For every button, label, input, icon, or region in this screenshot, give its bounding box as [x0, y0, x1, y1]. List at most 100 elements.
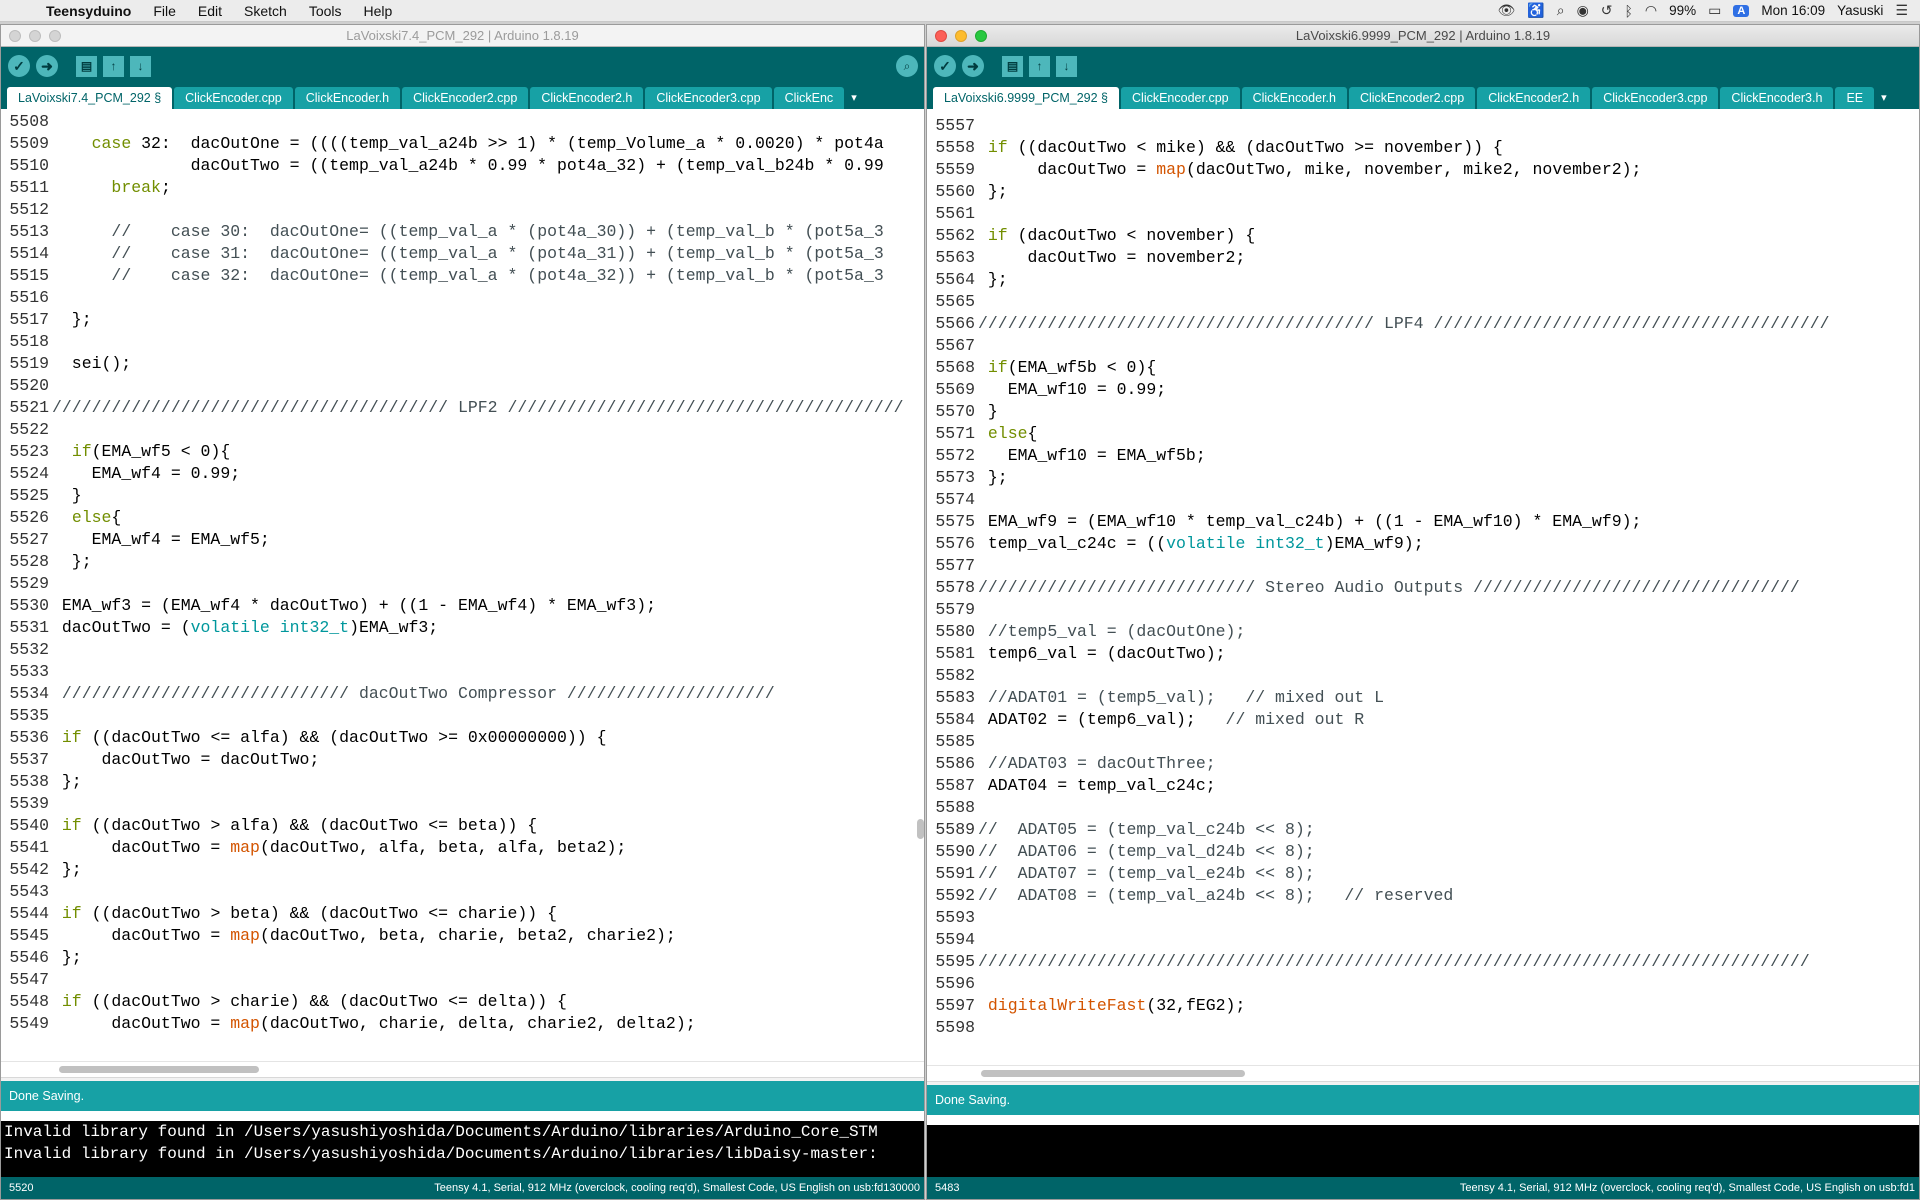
code-text[interactable]: ////////////////////////////////////////… [975, 313, 1919, 335]
code-line[interactable]: 5522 [1, 419, 924, 441]
upload-button[interactable]: ➜ [962, 55, 984, 77]
code-text[interactable]: ADAT04 = temp_val_c24c; [975, 775, 1919, 797]
verify-button[interactable]: ✓ [8, 55, 30, 77]
code-editor[interactable]: 5508 5509 case 32: dacOutOne = ((((temp_v… [1, 111, 924, 1061]
open-sketch-button[interactable]: ↑ [1029, 55, 1050, 77]
tab-file[interactable]: ClickEncoder.cpp [1121, 87, 1240, 109]
code-line[interactable]: 5571 else{ [927, 423, 1919, 445]
code-text[interactable]: }; [49, 947, 924, 969]
code-line[interactable]: 5508 [1, 111, 924, 133]
code-text[interactable] [49, 111, 924, 133]
new-sketch-button[interactable]: ▤ [76, 55, 97, 77]
code-text[interactable]: EMA_wf10 = EMA_wf5b; [975, 445, 1919, 467]
code-text[interactable]: } [975, 401, 1919, 423]
code-line[interactable]: 5576 temp_val_c24c = ((volatile int32_t)… [927, 533, 1919, 555]
tab-file[interactable]: ClickEncoder2.cpp [402, 87, 529, 109]
save-sketch-button[interactable]: ↓ [1056, 55, 1077, 77]
code-line[interactable]: 5561 [927, 203, 1919, 225]
horizontal-scroll-thumb[interactable] [59, 1066, 259, 1073]
tab-file[interactable]: ClickEncoder.h [294, 87, 401, 109]
zoom-window-button[interactable] [49, 30, 61, 42]
battery-icon[interactable]: ▭ [1708, 2, 1721, 19]
code-line[interactable]: 5524 EMA_wf4 = 0.99; [1, 463, 924, 485]
tab-file[interactable]: ClickEncoder3.cpp [1592, 87, 1719, 109]
code-text[interactable]: if ((dacOutTwo < mike) && (dacOutTwo >= … [975, 137, 1919, 159]
code-text[interactable]: ///////////////////////////// dacOutTwo … [49, 683, 924, 705]
code-text[interactable]: // ADAT07 = (temp_val_e24b << 8); [975, 863, 1919, 885]
code-line[interactable]: 5532 [1, 639, 924, 661]
close-window-button[interactable] [9, 30, 21, 42]
code-line[interactable]: 5593 [927, 907, 1919, 929]
code-text[interactable]: if(EMA_wf5 < 0){ [49, 441, 924, 463]
code-text[interactable]: }; [975, 467, 1919, 489]
code-line[interactable]: 5523 if(EMA_wf5 < 0){ [1, 441, 924, 463]
code-line[interactable]: 5541 dacOutTwo = map(dacOutTwo, alfa, be… [1, 837, 924, 859]
code-text[interactable]: } [49, 485, 924, 507]
save-sketch-button[interactable]: ↓ [130, 55, 151, 77]
serial-monitor-icon[interactable]: ⌕ [896, 55, 918, 77]
code-text[interactable]: }; [49, 309, 924, 331]
code-line[interactable]: 5509 case 32: dacOutOne = ((((temp_val_a… [1, 133, 924, 155]
code-line[interactable]: 5535 [1, 705, 924, 727]
code-text[interactable]: ////////////////////////////////////////… [49, 397, 924, 419]
tab-file[interactable]: EE [1835, 87, 1875, 109]
code-line[interactable]: 5515 // case 32: dacOutOne= ((temp_val_a… [1, 265, 924, 287]
code-line[interactable]: 5578//////////////////////////// Stereo … [927, 577, 1919, 599]
code-text[interactable]: //////////////////////////// Stereo Audi… [975, 577, 1919, 599]
accessibility-icon[interactable]: ♿ [1527, 2, 1544, 19]
code-line[interactable]: 5543 [1, 881, 924, 903]
code-text[interactable]: // ADAT05 = (temp_val_c24b << 8); [975, 819, 1919, 841]
code-text[interactable] [49, 639, 924, 661]
code-text[interactable] [975, 929, 1919, 951]
notification-center-icon[interactable]: ☰ [1895, 2, 1908, 19]
code-line[interactable]: 5586 //ADAT03 = dacOutThree; [927, 753, 1919, 775]
code-line[interactable]: 5519 sei(); [1, 353, 924, 375]
code-text[interactable] [49, 331, 924, 353]
code-line[interactable]: 5579 [927, 599, 1919, 621]
window-titlebar[interactable]: LaVoixski7.4_PCM_292 | Arduino 1.8.19 [1, 25, 924, 47]
menu-edit[interactable]: Edit [187, 3, 233, 19]
tab-file[interactable]: ClickEnc [773, 87, 845, 109]
code-line[interactable]: 5546 }; [1, 947, 924, 969]
code-line[interactable]: 5562 if (dacOutTwo < november) { [927, 225, 1919, 247]
code-text[interactable] [49, 661, 924, 683]
code-line[interactable]: 5510 dacOutTwo = ((temp_val_a24b * 0.99 … [1, 155, 924, 177]
eye-icon[interactable]: 👁 [1498, 2, 1516, 19]
tab-file[interactable]: ClickEncoder3.h [1720, 87, 1834, 109]
code-line[interactable]: 5590// ADAT06 = (temp_val_d24b << 8); [927, 841, 1919, 863]
code-line[interactable]: 5559 dacOutTwo = map(dacOutTwo, mike, no… [927, 159, 1919, 181]
code-line[interactable]: 5564 }; [927, 269, 1919, 291]
horizontal-scrollbar[interactable] [927, 1065, 1919, 1081]
code-text[interactable]: digitalWriteFast(32,fEG2); [975, 995, 1919, 1017]
code-line[interactable]: 5525 } [1, 485, 924, 507]
code-text[interactable]: }; [975, 269, 1919, 291]
console-output[interactable]: Invalid library found in /Users/yasushiy… [1, 1121, 924, 1179]
code-line[interactable]: 5580 //temp5_val = (dacOutOne); [927, 621, 1919, 643]
user-name[interactable]: Yasuski [1837, 3, 1883, 18]
tab-file[interactable]: ClickEncoder2.h [530, 87, 644, 109]
code-line[interactable]: 5577 [927, 555, 1919, 577]
code-text[interactable]: temp_val_c24c = ((volatile int32_t)EMA_w… [975, 533, 1919, 555]
new-sketch-button[interactable]: ▤ [1002, 55, 1023, 77]
verify-button[interactable]: ✓ [934, 55, 956, 77]
code-text[interactable] [975, 907, 1919, 929]
code-line[interactable]: 5547 [1, 969, 924, 991]
code-text[interactable]: // case 32: dacOutOne= ((temp_val_a * (p… [49, 265, 924, 287]
code-line[interactable]: 5516 [1, 287, 924, 309]
code-line[interactable]: 5595////////////////////////////////////… [927, 951, 1919, 973]
tab-main-sketch[interactable]: LaVoixski6.9999_PCM_292 § [933, 87, 1120, 109]
code-text[interactable]: }; [975, 181, 1919, 203]
code-text[interactable]: temp6_val = (dacOutTwo); [975, 643, 1919, 665]
code-text[interactable] [49, 287, 924, 309]
minimize-window-button[interactable] [29, 30, 41, 42]
code-text[interactable] [49, 705, 924, 727]
code-line[interactable]: 5533 [1, 661, 924, 683]
code-text[interactable]: EMA_wf4 = EMA_wf5; [49, 529, 924, 551]
code-text[interactable]: if(EMA_wf5b < 0){ [975, 357, 1919, 379]
code-line[interactable]: 5549 dacOutTwo = map(dacOutTwo, charie, … [1, 1013, 924, 1035]
tab-file[interactable]: ClickEncoder3.cpp [645, 87, 772, 109]
code-line[interactable]: 5560 }; [927, 181, 1919, 203]
code-text[interactable]: if ((dacOutTwo <= alfa) && (dacOutTwo >=… [49, 727, 924, 749]
code-line[interactable]: 5587 ADAT04 = temp_val_c24c; [927, 775, 1919, 797]
tab-file[interactable]: ClickEncoder2.h [1477, 87, 1591, 109]
